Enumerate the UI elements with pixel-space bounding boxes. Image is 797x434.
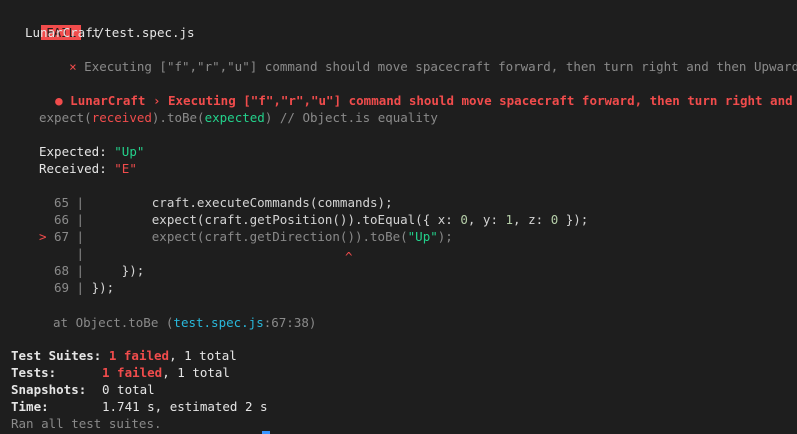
summary-snapshots: Snapshots: 0 total xyxy=(11,381,155,398)
code-frame-line: 69 | }); xyxy=(0,279,114,296)
time-label: Time: xyxy=(11,399,49,414)
summary-tests: Tests: 1 failed, 1 total xyxy=(11,364,230,381)
code-text: }); xyxy=(91,280,115,295)
suites-label: Test Suites: xyxy=(11,348,102,363)
test-name: Executing ["f","r","u"] command should m… xyxy=(84,59,797,74)
code-frame-caret-line: | xyxy=(69,246,92,261)
fail-cross-icon: × xyxy=(69,59,77,74)
expected-line: Expected: "Up" xyxy=(39,143,144,160)
expected-label: Expected: xyxy=(39,144,115,159)
test-file-path: ./test.spec.js xyxy=(89,25,195,40)
suites-failed: 1 failed xyxy=(108,348,170,363)
stack-trace: at Object.toBe (test.spec.js:67:38) xyxy=(53,314,316,331)
summary-suites: Test Suites: 1 failed, 1 total xyxy=(11,347,237,364)
line-number: 68 xyxy=(53,263,69,278)
snapshots-label: Snapshots: xyxy=(11,382,87,397)
test-result-line: × Executing ["f","r","u"] command should… xyxy=(39,41,797,74)
suites-total: , 1 total xyxy=(169,348,237,363)
terminal-output[interactable]: FAIL ./test.spec.js LunarCraft × Executin… xyxy=(0,0,797,434)
stack-location: :67:38 xyxy=(263,315,309,330)
line-number: 66 xyxy=(53,212,69,227)
stack-prefix: at Object.toBe ( xyxy=(53,315,174,330)
bullet-icon: ● xyxy=(55,93,63,108)
received-line: Received: "E" xyxy=(39,160,137,177)
code-frame-line: 65 | craft.executeCommands(commands); xyxy=(0,194,393,211)
code-frame-line: 68 | }); xyxy=(0,262,144,279)
summary-time: Time: 1.741 s, estimated 2 s xyxy=(11,398,268,415)
error-pointer-icon: > xyxy=(39,229,47,244)
time-value: 1.741 s, estimated 2 s xyxy=(102,399,268,414)
matcher-hint: expect(received).toBe(expected) // Objec… xyxy=(39,109,438,126)
received-label: Received: xyxy=(39,161,115,176)
run-footer: Ran all test suites. xyxy=(11,416,162,431)
tests-failed: 1 failed xyxy=(102,365,163,380)
expected-value: "Up" xyxy=(114,144,145,159)
test-file-header: FAIL ./test.spec.js xyxy=(11,7,195,40)
code-frame-line: 66 | expect(craft.getPosition()).toEqual… xyxy=(0,211,588,228)
matcher-prefix: expect( xyxy=(39,110,92,125)
line-number: 69 xyxy=(53,280,69,295)
line-number: 65 xyxy=(53,195,69,210)
line-number: 67 xyxy=(53,229,69,244)
code-frame-line-highlighted: >67 | expect(craft.getDirection()).toBe(… xyxy=(0,228,453,245)
suite-name: LunarCraft xyxy=(25,25,101,40)
received-value: "E" xyxy=(114,161,137,176)
stack-file-link[interactable]: test.spec.js xyxy=(173,315,263,330)
code-text: expect(craft.getDirection()).toBe("Up"); xyxy=(91,229,453,244)
matcher-middle: ).toBe( xyxy=(151,110,205,125)
matcher-received: received xyxy=(91,110,152,125)
failure-title-line: ● LunarCraft › Executing ["f","r","u"] c… xyxy=(25,75,797,108)
stack-suffix: ) xyxy=(308,315,317,330)
code-text: craft.executeCommands(commands); xyxy=(91,195,393,210)
code-text: }); xyxy=(91,263,145,278)
code-text: expect(craft.getPosition()).toEqual({ x:… xyxy=(91,212,589,227)
tests-total: , 1 total xyxy=(162,365,230,380)
failure-title: LunarCraft › Executing ["f","r","u"] com… xyxy=(70,93,793,108)
matcher-expected: expected xyxy=(204,110,265,125)
snapshots-value: 0 total xyxy=(102,382,155,397)
matcher-suffix: ) // Object.is equality xyxy=(264,110,438,125)
caret-marker: ^ xyxy=(345,249,353,264)
tests-label: Tests: xyxy=(11,365,57,380)
